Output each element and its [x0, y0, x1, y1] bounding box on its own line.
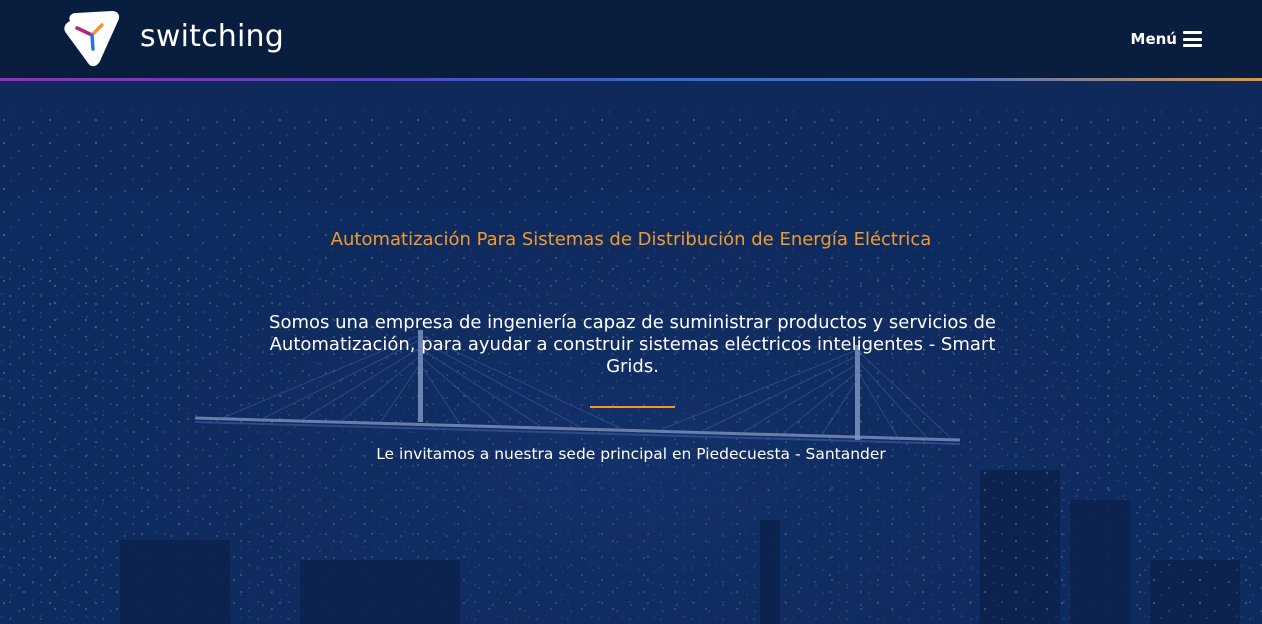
hero-divider	[590, 406, 675, 408]
hero-section: Automatización Para Sistemas de Distribu…	[0, 0, 1262, 624]
hero-description: Somos una empresa de ingeniería capaz de…	[269, 312, 996, 377]
page: switching Menú Automatización Para Siste…	[0, 0, 1262, 624]
hero-invite-text: Le invitamos a nuestra sede principal en…	[376, 445, 886, 463]
hero-title: Automatización Para Sistemas de Distribu…	[330, 229, 932, 250]
